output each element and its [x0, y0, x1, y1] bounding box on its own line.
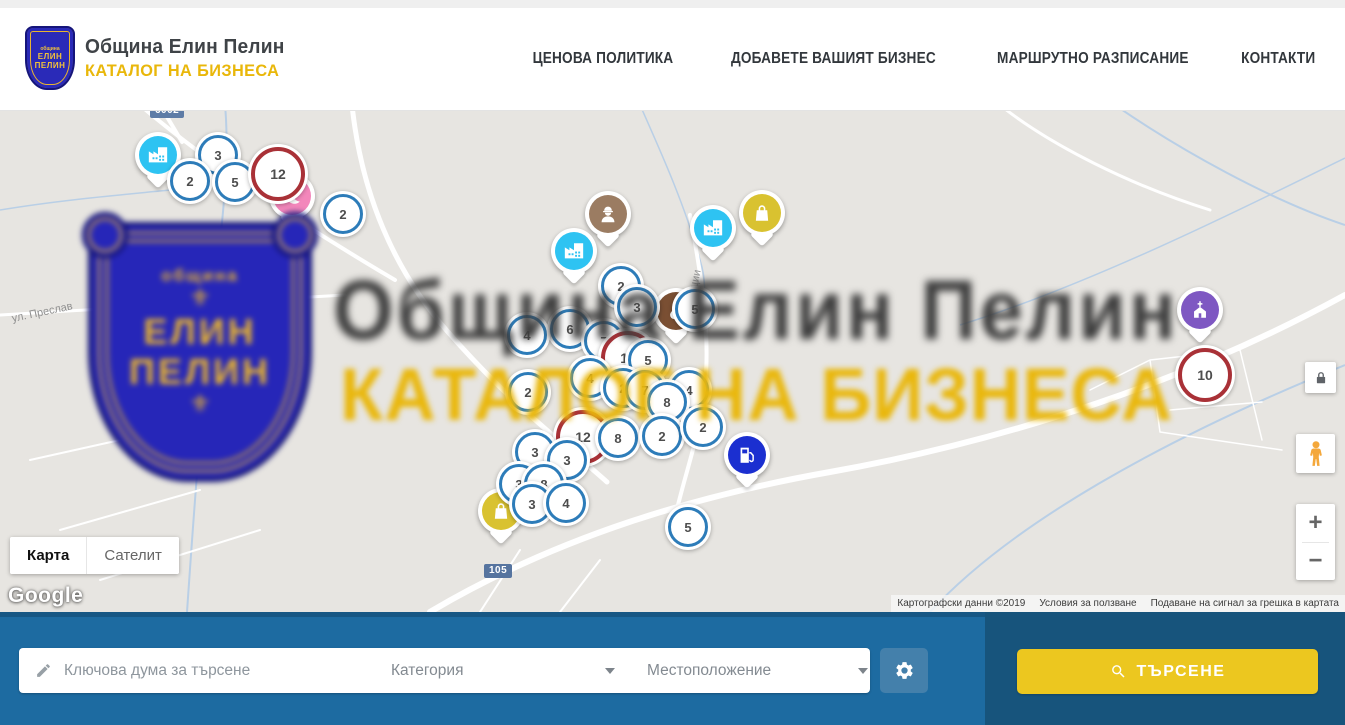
category-select[interactable]: Категория [375, 648, 631, 693]
construction-worker-icon-pin[interactable] [585, 191, 631, 237]
nav-contacts-link[interactable]: КОНТАКТИ [1241, 50, 1315, 68]
factory-icon-pin[interactable] [551, 228, 597, 274]
search-panel: Категория Местоположение ТЪРСЕНЕ [0, 612, 1345, 725]
zoom-control: + − [1296, 504, 1335, 580]
gear-icon [894, 660, 915, 681]
keyword-input[interactable] [62, 661, 375, 681]
road-number-label: 105 [484, 564, 512, 578]
lock-button[interactable] [1305, 362, 1336, 393]
search-bar: Категория Местоположение [19, 648, 870, 693]
category-select-label: Категория [391, 662, 463, 680]
cluster-marker[interactable]: 2 [167, 158, 213, 204]
search-icon [1110, 663, 1127, 680]
report-error-link[interactable]: Подаване на сигнал за грешка в картата [1151, 598, 1339, 609]
map-copyright: Картографски данни ©2019 [897, 598, 1025, 609]
cluster-marker[interactable]: 4 [543, 480, 589, 526]
street-view-pegman-button[interactable] [1296, 434, 1335, 473]
location-select-label: Местоположение [647, 662, 771, 680]
map-type-map-button[interactable]: Карта [10, 537, 86, 574]
municipality-crest-logo: община ЕЛИН ПЕЛИН [25, 26, 75, 90]
cluster-marker[interactable]: 2 [320, 191, 366, 237]
nav-pricing-link[interactable]: ЦЕНОВА ПОЛИТИКА [533, 50, 674, 68]
cluster-marker[interactable]: 2 [505, 369, 551, 415]
search-settings-button[interactable] [880, 648, 928, 693]
lock-icon [1312, 369, 1330, 387]
pegman-icon [1301, 439, 1331, 469]
site-title: Община Елин Пелин [85, 36, 284, 59]
zoom-in-button[interactable]: + [1296, 504, 1335, 542]
pencil-icon [35, 662, 52, 679]
chevron-down-icon [605, 668, 615, 674]
search-button[interactable]: ТЪРСЕНЕ [1017, 649, 1318, 694]
cluster-marker[interactable]: 4 [504, 312, 550, 358]
keyword-field[interactable] [19, 648, 375, 693]
map-attribution: Картографски данни ©2019 Условия за полз… [891, 595, 1345, 612]
main-nav: ЦЕНОВА ПОЛИТИКА ДОБАВЕТЕ ВАШИЯТ БИЗНЕС М… [523, 8, 1320, 110]
church-icon-pin[interactable] [1177, 287, 1223, 333]
road-number-label: 6002 [150, 110, 184, 118]
crest-name-line1: ЕЛИН [38, 52, 62, 61]
map-type-satellite-button[interactable]: Сателит [86, 537, 179, 574]
nav-add-business-link[interactable]: ДОБАВЕТЕ ВАШИЯТ БИЗНЕС [731, 50, 936, 68]
location-select[interactable]: Местоположение [631, 648, 884, 693]
map-type-control: Карта Сателит [10, 537, 179, 574]
cluster-marker[interactable]: 8 [595, 415, 641, 461]
top-strip [0, 0, 1345, 8]
site-subtitle: КАТАЛОГ НА БИЗНЕСА [85, 61, 284, 81]
chevron-down-icon [858, 668, 868, 674]
cluster-marker[interactable]: 2 [680, 404, 726, 450]
search-button-label: ТЪРСЕНЕ [1137, 663, 1226, 681]
cluster-marker[interactable]: 12 [248, 144, 308, 204]
google-logo[interactable]: Google [8, 584, 83, 608]
shopping-bag-icon-pin[interactable] [739, 190, 785, 236]
zoom-out-button[interactable]: − [1296, 543, 1335, 581]
cluster-marker[interactable]: 3 [614, 284, 660, 330]
cluster-marker[interactable]: 10 [1175, 345, 1235, 405]
cluster-marker[interactable]: 5 [672, 286, 718, 332]
cluster-marker[interactable]: 5 [665, 504, 711, 550]
terms-link[interactable]: Условия за ползване [1039, 598, 1136, 609]
site-logo[interactable]: община ЕЛИН ПЕЛИН Община Елин Пелин КАТА… [25, 26, 293, 90]
cluster-marker[interactable]: 2 [639, 413, 685, 459]
fuel-pump-icon-pin[interactable] [724, 432, 770, 478]
header: община ЕЛИН ПЕЛИН Община Елин Пелин КАТА… [0, 8, 1345, 111]
factory-icon-pin[interactable] [690, 205, 736, 251]
crest-name-line2: ПЕЛИН [35, 61, 66, 70]
nav-route-schedule-link[interactable]: МАРШРУТНО РАЗПИСАНИЕ [997, 50, 1189, 68]
page: 6002 105 ул. Преслав бул. „Новосел ции 3… [0, 0, 1345, 725]
